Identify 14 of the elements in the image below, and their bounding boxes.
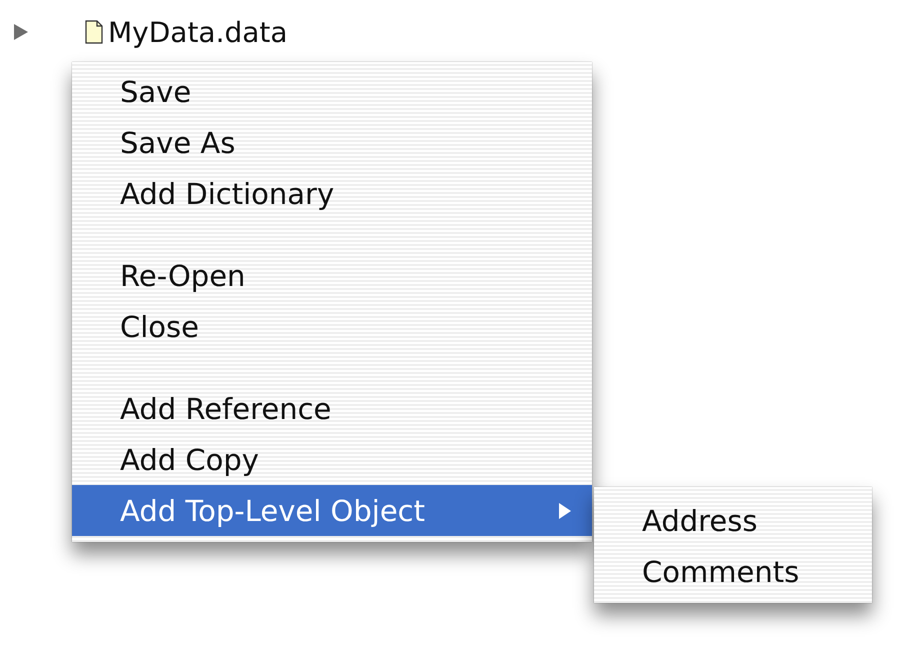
- menu-item[interactable]: Add Dictionary: [72, 168, 592, 219]
- menu-item[interactable]: Save: [72, 66, 592, 117]
- menu-item[interactable]: Add Copy: [72, 434, 592, 485]
- menu-item[interactable]: Add Top-Level Object: [72, 485, 592, 536]
- menu-item[interactable]: Re-Open: [72, 250, 592, 301]
- document-icon: [85, 20, 103, 44]
- file-name[interactable]: MyData.data: [108, 16, 288, 48]
- menu-item[interactable]: Close: [72, 301, 592, 352]
- menu-item[interactable]: Add Reference: [72, 383, 592, 434]
- menu-item[interactable]: Save As: [72, 117, 592, 168]
- disclosure-triangle[interactable]: [12, 23, 30, 41]
- submenu-arrow-icon: [558, 502, 572, 520]
- menu-item[interactable]: Address: [594, 495, 872, 546]
- menu-item[interactable]: Comments: [594, 546, 872, 597]
